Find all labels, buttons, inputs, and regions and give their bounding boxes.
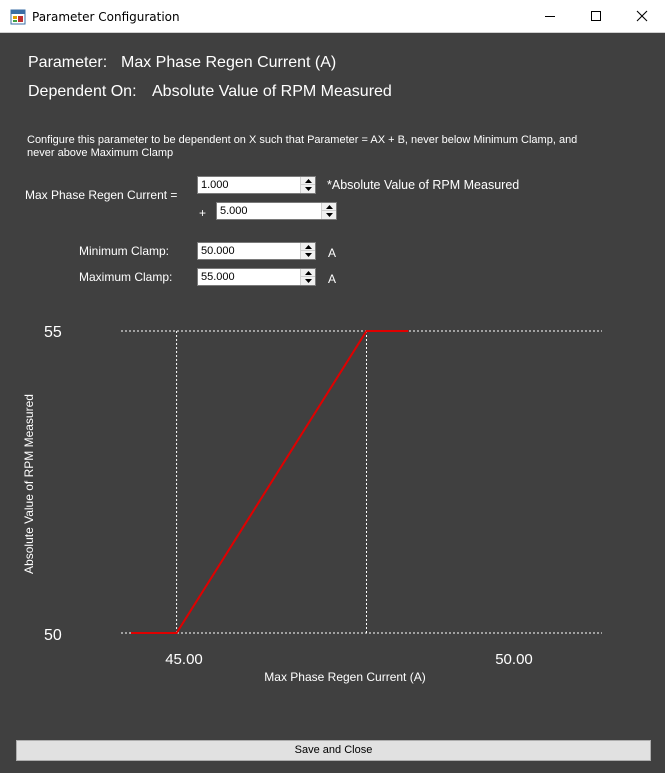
coefficient-a-suffix: *Absolute Value of RPM Measured	[327, 178, 520, 192]
window-title: Parameter Configuration	[32, 10, 180, 24]
instructions-line-2: never above Maximum Clamp	[27, 147, 174, 159]
coefficient-a-stepper[interactable]: 1.000	[197, 176, 316, 194]
minimize-icon	[545, 16, 555, 17]
increment-button[interactable]	[301, 177, 315, 185]
offset-b-value[interactable]: 5.000	[220, 205, 248, 217]
maximum-clamp-value[interactable]: 55.000	[201, 271, 235, 283]
arrow-down-icon	[325, 213, 333, 217]
arrow-up-icon	[304, 178, 312, 183]
y-axis-label: Absolute Value of RPM Measured	[22, 394, 36, 574]
parameter-value: Max Phase Regen Current (A)	[121, 54, 337, 71]
offset-b-stepper[interactable]: 5.000	[216, 202, 337, 220]
maximum-clamp-unit: A	[328, 272, 337, 286]
spinner	[300, 243, 315, 259]
decrement-button[interactable]	[301, 277, 315, 285]
arrow-up-icon	[304, 244, 312, 249]
chart-grid	[121, 330, 602, 634]
arrow-up-icon	[325, 204, 333, 209]
maximum-clamp-stepper[interactable]: 55.000	[197, 268, 316, 286]
title-bar: Parameter Configuration	[0, 0, 665, 33]
minimum-clamp-value[interactable]: 50.000	[201, 245, 235, 257]
x-tick-label: 50.00	[495, 651, 533, 668]
y-tick-label: 50	[44, 627, 62, 644]
close-button[interactable]	[619, 0, 665, 32]
coefficient-a-value[interactable]: 1.000	[201, 179, 229, 191]
decrement-button[interactable]	[301, 185, 315, 193]
increment-button[interactable]	[301, 243, 315, 251]
instructions-text: Configure this parameter to be dependent…	[27, 134, 627, 160]
minimum-clamp-stepper[interactable]: 50.000	[197, 242, 316, 260]
parameter-label: Parameter:	[28, 54, 108, 71]
minimum-clamp-label: Minimum Clamp:	[79, 244, 170, 258]
decrement-button[interactable]	[322, 211, 336, 219]
spinner	[300, 177, 315, 193]
dependency-chart: 55 50 45.00 50.00 Max Phase Regen Curren…	[22, 324, 602, 684]
instructions-line-1: Configure this parameter to be dependent…	[27, 134, 578, 146]
dependent-label: Dependent On:	[28, 83, 137, 100]
dependent-value: Absolute Value of RPM Measured	[152, 83, 392, 100]
minimum-clamp-unit: A	[328, 246, 337, 260]
close-icon	[636, 10, 648, 22]
y-tick-label: 55	[44, 324, 62, 341]
save-and-close-button[interactable]: Save and Close	[16, 740, 651, 761]
spinner	[321, 203, 336, 219]
x-tick-label: 45.00	[165, 651, 203, 668]
arrow-up-icon	[304, 270, 312, 275]
minimize-button[interactable]	[527, 0, 573, 32]
arrow-down-icon	[304, 279, 312, 283]
arrow-down-icon	[304, 253, 312, 257]
spinner	[300, 269, 315, 285]
maximize-icon	[591, 11, 601, 21]
increment-button[interactable]	[322, 203, 336, 211]
maximum-clamp-label: Maximum Clamp:	[79, 270, 173, 284]
maximize-button[interactable]	[573, 0, 619, 32]
increment-button[interactable]	[301, 269, 315, 277]
form-app-icon	[10, 9, 26, 25]
decrement-button[interactable]	[301, 251, 315, 259]
formula-lhs-label: Max Phase Regen Current =	[25, 188, 178, 202]
arrow-down-icon	[304, 187, 312, 191]
x-axis-label: Max Phase Regen Current (A)	[264, 670, 425, 684]
plus-sign: +	[199, 206, 207, 220]
